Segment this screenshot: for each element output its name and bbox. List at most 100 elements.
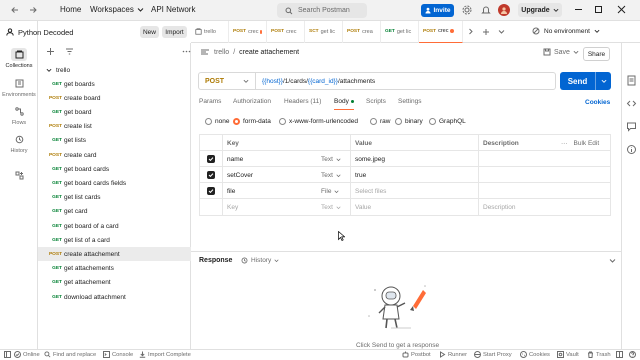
sidebar-request-item[interactable]: GET get attachement <box>38 276 191 290</box>
bulk-edit-link[interactable]: Bulk Edit <box>574 140 600 147</box>
row-key[interactable]: file <box>222 183 317 199</box>
save-button[interactable]: Save <box>543 48 579 56</box>
trash-button[interactable]: Trash <box>587 351 611 358</box>
api-network-menu[interactable]: API Network <box>151 5 195 14</box>
body-mode-graphql[interactable]: GraphQL <box>429 118 466 125</box>
row-description[interactable] <box>478 167 610 183</box>
tab-headers[interactable]: Headers (11) <box>284 98 321 105</box>
method-select[interactable]: POST <box>199 73 256 89</box>
tab-overflow-icon[interactable] <box>498 28 505 35</box>
workspace-header[interactable]: Python Decoded <box>0 21 138 43</box>
minimize-window-icon[interactable] <box>575 9 582 10</box>
layout-toggle-icon[interactable] <box>616 351 623 358</box>
send-button[interactable]: Send <box>560 72 611 90</box>
body-mode-form-data[interactable]: form-data <box>233 118 271 125</box>
request-tab[interactable]: trello <box>191 20 229 43</box>
sidebar-request-item[interactable]: GET get list of a card <box>38 233 191 247</box>
vault-button[interactable]: Vault <box>557 351 579 358</box>
send-options-chevron-icon[interactable] <box>595 72 611 90</box>
environment-selector[interactable]: No environment <box>532 27 600 35</box>
back-arrow-icon[interactable] <box>10 5 20 15</box>
row-key[interactable]: name <box>222 151 317 167</box>
row-value[interactable]: some.jpeg <box>350 151 478 167</box>
find-replace-button[interactable]: Find and replace <box>44 351 96 358</box>
add-collection-icon[interactable] <box>46 47 55 56</box>
home-link[interactable]: Home <box>60 5 81 14</box>
settings-gear-icon[interactable] <box>462 5 472 15</box>
documentation-icon[interactable] <box>626 75 637 86</box>
select-files-button[interactable]: Select files <box>350 183 478 199</box>
start-proxy-button[interactable]: Start Proxy <box>474 351 512 358</box>
search-input[interactable]: Search Postman <box>277 3 367 18</box>
row-type-select[interactable]: Text <box>317 151 350 167</box>
maximize-window-icon[interactable] <box>595 6 602 13</box>
tab-settings[interactable]: Settings <box>398 98 422 105</box>
new-description-input[interactable]: Description <box>478 199 610 215</box>
sidebar-request-item[interactable]: POST create card <box>38 148 191 162</box>
breadcrumb-parent[interactable]: trello <box>214 49 229 56</box>
request-tab[interactable]: POST crea <box>343 20 381 43</box>
tab-params[interactable]: Params <box>199 98 221 105</box>
new-key-input[interactable]: Key <box>222 199 317 215</box>
sidebar-request-item[interactable]: POST create list <box>38 120 191 134</box>
request-title[interactable]: create attachement <box>239 49 299 56</box>
tabs-scroll-right-icon[interactable] <box>467 28 474 35</box>
notification-bell-icon[interactable] <box>481 5 491 15</box>
rail-flows[interactable]: Flows <box>0 105 38 126</box>
tab-body[interactable]: Body <box>334 98 354 110</box>
share-button[interactable]: Share <box>583 47 610 61</box>
help-icon[interactable] <box>629 351 636 358</box>
sidebar-request-item[interactable]: POST create board <box>38 91 191 105</box>
request-tab[interactable]: SCT get lic <box>305 20 343 43</box>
tab-authorization[interactable]: Authorization <box>233 98 271 105</box>
sidebar-request-item[interactable]: GET get board cards <box>38 162 191 176</box>
cookies-button[interactable]: Cookies <box>520 351 550 358</box>
new-type-select[interactable]: Text <box>317 199 350 215</box>
body-mode-binary[interactable]: binary <box>395 118 423 125</box>
tab-scripts[interactable]: Scripts <box>366 98 386 105</box>
row-type-select[interactable]: File <box>317 183 350 199</box>
rail-configure[interactable] <box>0 169 38 182</box>
collection-trello[interactable]: trello <box>38 63 191 77</box>
rail-history[interactable]: History <box>0 133 38 154</box>
cookies-link[interactable]: Cookies <box>585 99 610 106</box>
sidebar-request-item[interactable]: GET get list cards <box>38 191 191 205</box>
body-mode-urlencoded[interactable]: x-www-form-urlencoded <box>279 118 358 125</box>
request-tab[interactable]: POST crec <box>419 20 463 43</box>
sidebar-request-item[interactable]: GET get attachements <box>38 262 191 276</box>
sidebar-request-item[interactable]: GET get boards <box>38 77 191 91</box>
new-value-input[interactable]: Value <box>350 199 478 215</box>
online-status[interactable]: Online <box>14 351 40 358</box>
more-options-icon[interactable]: ··· <box>561 140 568 147</box>
sidebar-request-item[interactable]: GET get board of a card <box>38 219 191 233</box>
workspaces-menu[interactable]: Workspaces <box>90 5 144 14</box>
sidebar-toggle-icon[interactable] <box>4 351 11 358</box>
response-history-toggle[interactable]: History <box>241 257 279 264</box>
url-input[interactable]: {{host}}/1/cards/{{card_id}}/attachments <box>256 78 375 85</box>
sidebar-request-item[interactable]: GET get lists <box>38 134 191 148</box>
rail-environments[interactable]: Environments <box>0 77 38 98</box>
row-description[interactable] <box>478 183 610 199</box>
sidebar-request-item[interactable]: GET get card <box>38 205 191 219</box>
console-button[interactable]: Console <box>103 351 133 358</box>
request-tab[interactable]: POST crec <box>267 20 305 43</box>
request-tab[interactable]: GET get lic <box>381 20 419 43</box>
info-icon[interactable] <box>626 144 637 155</box>
new-tab-icon[interactable] <box>482 28 490 36</box>
row-type-select[interactable]: Text <box>317 167 350 183</box>
sidebar-request-item[interactable]: GET get board cards fields <box>38 176 191 190</box>
row-checkbox[interactable] <box>207 187 215 195</box>
more-options-icon[interactable] <box>182 47 191 56</box>
upgrade-button[interactable]: Upgrade <box>518 3 562 17</box>
body-mode-raw[interactable]: raw <box>370 118 390 125</box>
sidebar-request-item[interactable]: GET download attachment <box>38 290 191 304</box>
row-value[interactable]: true <box>350 167 478 183</box>
row-key[interactable]: setCover <box>222 167 317 183</box>
body-mode-none[interactable]: none <box>205 118 229 125</box>
row-description[interactable] <box>478 151 610 167</box>
code-snippet-icon[interactable] <box>626 98 637 109</box>
sidebar-request-item[interactable]: GET get board <box>38 105 191 119</box>
forward-arrow-icon[interactable] <box>28 5 38 15</box>
user-avatar[interactable] <box>498 4 510 16</box>
invite-button[interactable]: Invite <box>421 4 454 17</box>
